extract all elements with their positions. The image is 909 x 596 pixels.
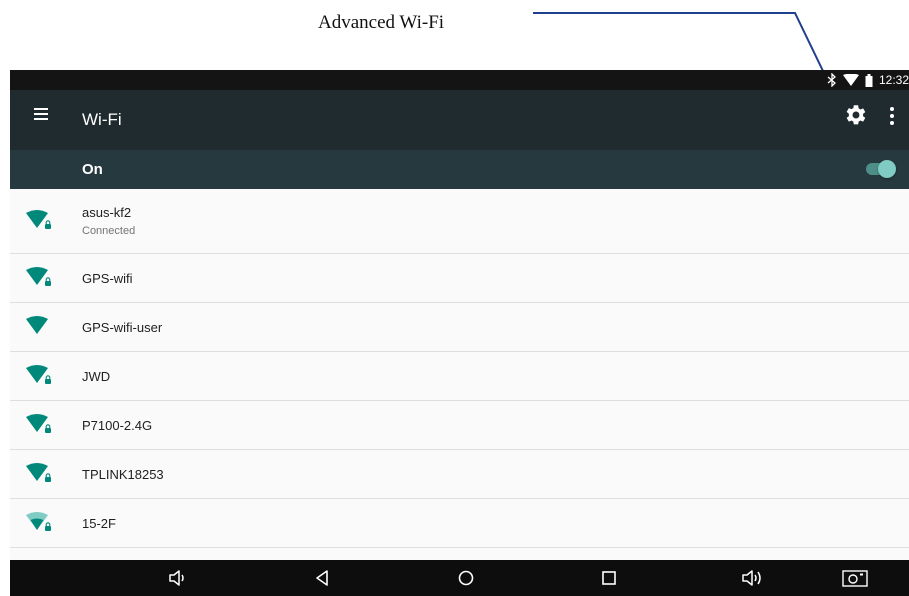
network-status: Connected [82, 225, 136, 237]
home-icon[interactable] [455, 568, 477, 588]
battery-icon [865, 73, 873, 87]
bluetooth-icon [827, 73, 837, 87]
volume-down-icon[interactable] [167, 568, 189, 588]
wifi-lock-icon [26, 210, 51, 229]
wifi-toggle-thumb[interactable] [878, 160, 896, 178]
back-icon[interactable] [312, 568, 334, 588]
switch-label: On [82, 161, 103, 178]
network-ssid: GPS-wifi-user [82, 320, 163, 335]
gear-icon[interactable] [842, 102, 868, 128]
recents-icon[interactable] [598, 568, 620, 588]
page-title: Wi-Fi [82, 110, 122, 129]
status-time: 12:32 [878, 73, 909, 87]
wifi-signal-icon [842, 74, 859, 86]
wifi-icon [26, 316, 48, 334]
wifi-lock-icon [26, 463, 51, 482]
network-ssid: GPS-wifi [82, 271, 133, 286]
wifi-weak-lock-icon [26, 512, 51, 531]
app-bar: Wi-Fi [10, 90, 909, 150]
wifi-lock-icon [26, 365, 51, 384]
more-vert-icon[interactable] [884, 104, 900, 128]
menu-icon[interactable] [32, 104, 52, 124]
network-row-15-2f[interactable]: 15-2F [10, 499, 909, 548]
status-bar: 12:32 [10, 70, 909, 90]
network-ssid: 15-2F [82, 516, 116, 531]
network-list: asus-kf2 Connected GPS-wifi GPS-wifi-use… [10, 189, 909, 548]
device-screen: 12:32 Wi-Fi On asus-kf2 Connected GPS-wi… [10, 70, 909, 596]
wifi-lock-icon [26, 267, 51, 286]
network-ssid: TPLINK18253 [82, 467, 164, 482]
network-row-asus-kf2[interactable]: asus-kf2 Connected [10, 189, 909, 254]
navigation-bar [10, 560, 909, 596]
network-row-p7100[interactable]: P7100-2.4G [10, 401, 909, 450]
network-ssid: asus-kf2 [82, 205, 132, 220]
screenshot-icon[interactable] [842, 568, 868, 588]
network-row-gps-wifi[interactable]: GPS-wifi [10, 254, 909, 303]
network-ssid: JWD [82, 369, 111, 384]
network-ssid: P7100-2.4G [82, 418, 153, 433]
network-row-tplink18253[interactable]: TPLINK18253 [10, 450, 909, 499]
network-row-gps-wifi-user[interactable]: GPS-wifi-user [10, 303, 909, 352]
volume-up-icon[interactable] [741, 568, 763, 588]
wifi-switch-bar[interactable]: On [10, 150, 909, 189]
wifi-lock-icon [26, 414, 51, 433]
network-row-jwd[interactable]: JWD [10, 352, 909, 401]
callout-label: Advanced Wi-Fi [318, 12, 445, 33]
